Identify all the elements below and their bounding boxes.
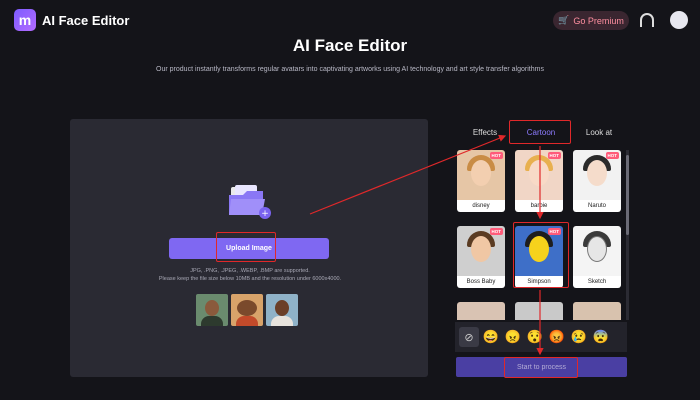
svg-text:+: + [261, 209, 269, 219]
hot-badge: HOT [605, 152, 619, 159]
support-headset-icon[interactable] [640, 13, 654, 27]
upload-highlight-box [216, 232, 276, 262]
sample-image-2[interactable] [231, 294, 263, 326]
style-card-more-2[interactable] [515, 302, 563, 320]
page-subtitle: Our product instantly transforms regular… [156, 66, 544, 73]
expression-bar: ⊘ 😄 😠 😯 😡 😢 😨 [455, 322, 627, 352]
process-highlight-box [504, 357, 578, 378]
user-avatar[interactable] [670, 11, 688, 29]
style-label: Sketch [573, 276, 621, 288]
tab-effects[interactable]: Effects [463, 120, 507, 144]
style-label: disney [457, 200, 505, 212]
style-label: barbie [515, 200, 563, 212]
simpson-highlight-box [513, 222, 569, 288]
style-card-more-1[interactable] [457, 302, 505, 320]
hot-badge: HOT [489, 228, 503, 235]
surprised-emoji-icon[interactable]: 😯 [525, 327, 545, 347]
go-premium-label: Go Premium [573, 15, 624, 26]
tab-look-at[interactable]: Look at [575, 120, 623, 144]
go-premium-button[interactable]: 🛒 Go Premium [553, 11, 629, 30]
style-label: Boss Baby [457, 276, 505, 288]
style-card-naruto[interactable]: HOT Naruto [573, 150, 621, 212]
style-grid-scroll-thumb[interactable] [626, 155, 629, 235]
style-card-sketch[interactable]: Sketch [573, 226, 621, 288]
angry-emoji-icon[interactable]: 😠 [503, 327, 523, 347]
cart-icon: 🛒 [558, 15, 570, 25]
no-expression-icon[interactable]: ⊘ [459, 327, 479, 347]
scared-emoji-icon[interactable]: 😨 [591, 327, 611, 347]
cartoon-tab-highlight-box [509, 120, 571, 144]
folder-icon: + [229, 185, 271, 219]
hot-badge: HOT [547, 152, 561, 159]
style-card-boss-baby[interactable]: HOT Boss Baby [457, 226, 505, 288]
style-card-disney[interactable]: HOT disney [457, 150, 505, 212]
furious-emoji-icon[interactable]: 😡 [547, 327, 567, 347]
app-logo-icon[interactable]: m [14, 9, 36, 31]
sample-image-3[interactable] [266, 294, 298, 326]
top-bar: m AI Face Editor 🛒 Go Premium [0, 0, 700, 40]
style-card-barbie[interactable]: HOT barbie [515, 150, 563, 212]
hot-badge: HOT [489, 152, 503, 159]
upload-size-hint: Please keep the file size below 10MB and… [158, 276, 342, 282]
style-label: Naruto [573, 200, 621, 212]
sample-image-1[interactable] [196, 294, 228, 326]
page-title: AI Face Editor [292, 36, 408, 55]
style-card-more-3[interactable] [573, 302, 621, 320]
app-title[interactable]: AI Face Editor [42, 13, 129, 28]
sad-emoji-icon[interactable]: 😢 [569, 327, 589, 347]
sample-images [196, 294, 298, 326]
upload-format-hint: JPG, .PNG, .JPEG, .WEBP, .BMP are suppor… [190, 268, 310, 274]
happy-emoji-icon[interactable]: 😄 [481, 327, 501, 347]
